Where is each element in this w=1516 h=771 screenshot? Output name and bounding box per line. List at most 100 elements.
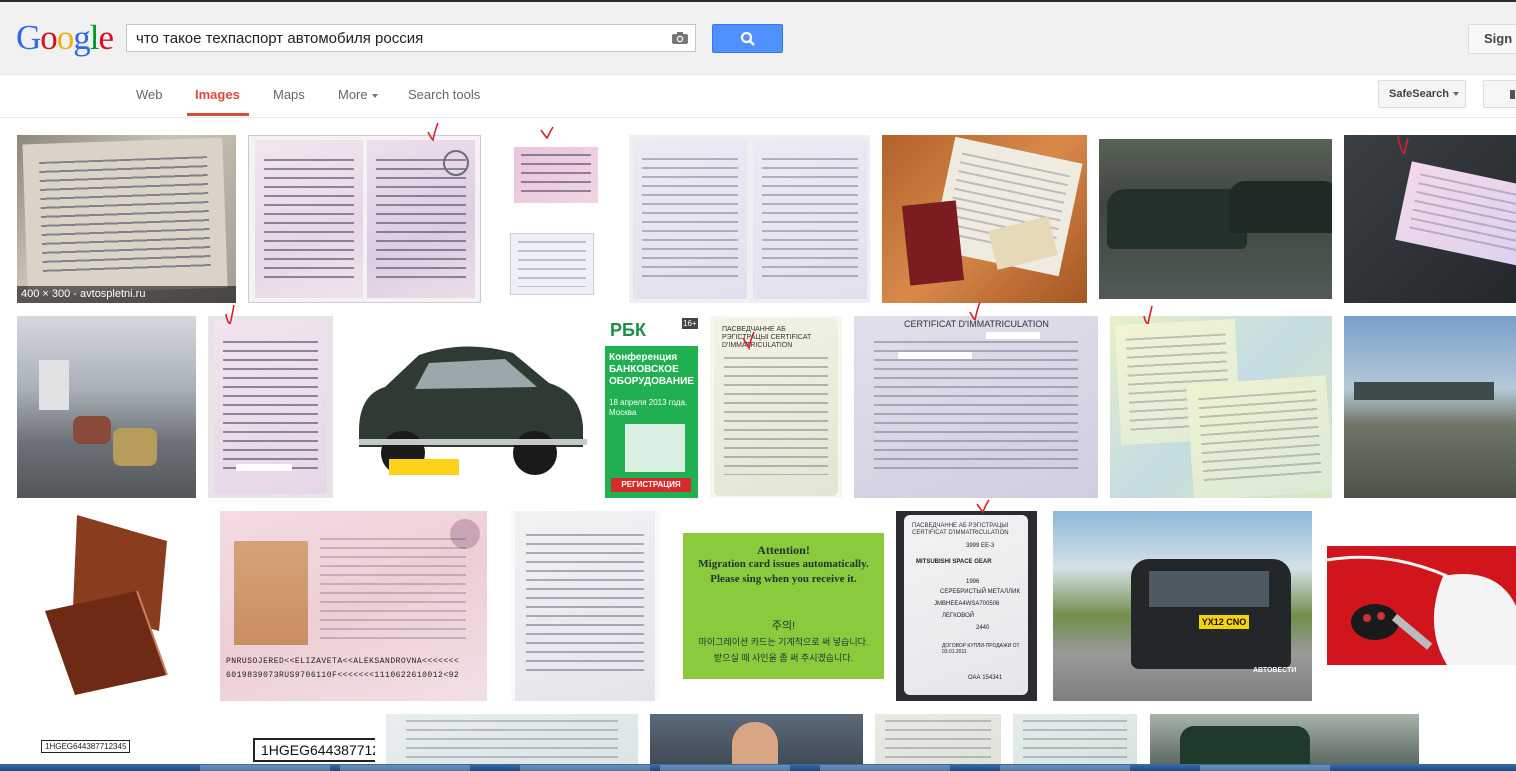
tab-web[interactable]: Web	[136, 87, 163, 102]
image-result[interactable]: Attention! Migration card issues automat…	[683, 533, 884, 679]
image-result[interactable]	[1150, 714, 1419, 764]
car-photo	[359, 346, 587, 475]
car-color: СЕРЕБРИСТЫЙ МЕТАЛЛИК	[940, 589, 1020, 595]
license-plate: YX12 CNO	[1199, 615, 1249, 629]
image-result[interactable]	[650, 714, 863, 764]
image-result[interactable]	[17, 316, 196, 498]
redaction-bar	[236, 464, 292, 471]
car-photo	[1229, 181, 1332, 233]
safesearch-button[interactable]: SafeSearch	[1378, 80, 1466, 108]
search-box	[126, 24, 696, 52]
vin-label-small: 1HGEG644387712345	[41, 740, 131, 753]
seal-icon	[443, 150, 469, 176]
image-result[interactable]: ПАСВЕДЧАННЕ АБ РЭГІСТРАЦЫІ CERTIFICAT D'…	[896, 511, 1037, 701]
taskbar-item[interactable]	[200, 765, 330, 771]
chevron-down-icon	[371, 93, 378, 98]
taskbar-item[interactable]	[820, 765, 950, 771]
image-result[interactable]: YX12 CNO АВТОВЕСТИ	[1053, 511, 1312, 701]
migration-line: 마이그레이션 카드는 기계적으로 써 넣습니다.	[698, 637, 869, 647]
migration-line: Please sing when you receive it.	[710, 573, 857, 585]
image-result[interactable]: ПАСВЕДЧАННЕ АБ РЭГІСТРАЦЫІ CERTIFICAT D'…	[710, 316, 842, 498]
camera-icon[interactable]	[671, 31, 689, 45]
document-photo	[22, 137, 228, 295]
doc-serial: ОАА 154341	[968, 675, 1003, 681]
doc-header: CERTIFICAT D'IMMATRICULATION	[904, 319, 1049, 329]
image-result[interactable]	[1344, 135, 1516, 303]
car-photo	[73, 416, 111, 444]
car-vin: JMBHEEA4WSA700506	[934, 601, 1000, 607]
active-tab-indicator	[187, 113, 249, 116]
document-page	[510, 233, 594, 295]
image-result[interactable]	[1099, 139, 1332, 299]
car-key-and-mouse-photo	[1327, 555, 1516, 665]
header-bar: Google Sign i	[0, 2, 1516, 75]
person-photo	[732, 722, 778, 764]
search-input[interactable]	[136, 25, 666, 51]
migration-line: 주의!	[771, 620, 796, 632]
register-button: РЕГИСТРАЦИЯ	[611, 478, 691, 492]
car-photo	[113, 428, 157, 466]
search-tools-button[interactable]: Search tools	[408, 87, 480, 102]
image-result[interactable]	[1344, 316, 1516, 498]
image-result[interactable]	[345, 335, 592, 479]
migration-line: Migration card issues automatically.	[698, 558, 869, 570]
image-result[interactable]: 1HGEG644387712345 1HGEG644387712345	[17, 714, 375, 764]
document-page	[367, 140, 475, 298]
ad-date: 18 апреля 2013 года, Москва	[609, 398, 688, 417]
sign-in-button[interactable]: Sign i	[1468, 24, 1516, 54]
google-logo[interactable]: Google	[16, 20, 114, 55]
gear-icon	[1510, 90, 1515, 99]
settings-button[interactable]	[1483, 80, 1516, 108]
leather-wallet-photo	[45, 515, 168, 695]
truck-photo	[39, 360, 69, 410]
redaction-bar	[898, 352, 972, 359]
taskbar-item[interactable]	[340, 765, 470, 771]
image-result[interactable]	[882, 135, 1087, 303]
taskbar-item[interactable]	[1200, 765, 1330, 771]
reg-number: 3999 EE-3	[966, 543, 995, 549]
taskbar-item[interactable]	[660, 765, 790, 771]
tab-maps[interactable]: Maps	[273, 87, 305, 102]
checkpoint-roof	[1354, 382, 1494, 400]
image-result[interactable]	[1110, 316, 1332, 498]
watermark: АВТОВЕСТИ	[1253, 667, 1297, 674]
car-photo	[1107, 189, 1247, 249]
taskbar-item[interactable]	[1000, 765, 1130, 771]
image-result[interactable]	[248, 135, 481, 303]
image-result[interactable]: CERTIFICAT D'IMMATRICULATION	[854, 316, 1098, 498]
ad-title: Конференция БАНКОВСКОЕ ОБОРУДОВАНИЕ	[609, 352, 694, 387]
document-card	[1395, 161, 1516, 269]
car-model: MITSUBISHI SPACE GEAR	[916, 559, 992, 565]
migration-line: 받으실 때 사인을 좀 써 주시겠습니다.	[713, 653, 854, 663]
image-result[interactable]	[17, 511, 208, 701]
image-result[interactable]	[494, 135, 617, 303]
car-mass: 2440	[976, 625, 990, 631]
image-info-bar: 400 × 300 - avtospletni.ru	[17, 286, 236, 303]
passport-icon	[901, 200, 965, 286]
image-result[interactable]	[875, 714, 1001, 764]
image-result[interactable]	[1327, 546, 1516, 665]
image-result[interactable]	[208, 316, 333, 498]
image-result[interactable]	[1013, 714, 1137, 764]
image-result[interactable]: РБК 16+ Конференция БАНКОВСКОЕ ОБОРУДОВА…	[605, 316, 698, 498]
mrz-line-1: PNRUSOJERED<<ELIZAVETA<<ALEKSANDROVNA<<<…	[226, 657, 460, 666]
search-button[interactable]	[712, 24, 783, 53]
car-year: 1996	[966, 579, 980, 585]
magnifier-icon	[740, 31, 755, 46]
vin-label: 1HGEG644387712345	[253, 738, 375, 762]
passport-photo	[234, 541, 308, 645]
image-result[interactable]	[511, 511, 660, 701]
image-result[interactable]	[386, 714, 638, 764]
tab-more-label: More	[338, 87, 368, 102]
image-result[interactable]	[629, 135, 870, 303]
image-result[interactable]: 400 × 300 - avtospletni.ru	[17, 135, 236, 303]
image-result[interactable]: PNRUSOJERED<<ELIZAVETA<<ALEKSANDROVNA<<<…	[220, 511, 487, 701]
document-card	[1186, 375, 1332, 498]
taskbar-item[interactable]	[520, 765, 650, 771]
migration-heading: Attention!	[757, 543, 810, 557]
tab-images[interactable]: Images	[195, 87, 240, 102]
tab-more[interactable]: More	[338, 87, 378, 102]
mrz-line-2: 6019839073RUS9706110F<<<<<<<111062261001…	[226, 671, 460, 680]
redaction-bar	[986, 332, 1040, 339]
document-page	[633, 139, 747, 299]
